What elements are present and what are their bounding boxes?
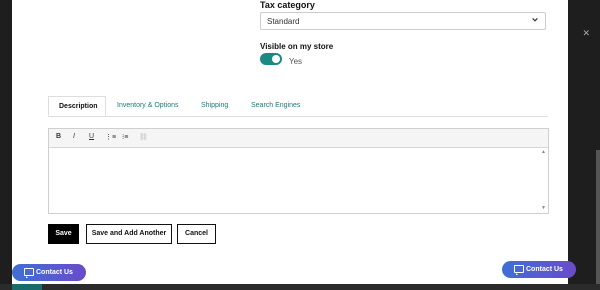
italic-button[interactable]: I [73,133,75,140]
tab-search-engines[interactable]: Search Engines [251,96,300,116]
editor-toolbar: B I U ⋮≡ ⁝≡ ⛓ [49,129,548,148]
numbered-list-icon[interactable]: ⋮≡ [105,133,116,141]
contact-us-button-left[interactable]: Contact Us [12,264,86,281]
chat-icon [514,265,524,275]
close-hint-icon: ✕ [582,28,590,38]
link-icon[interactable]: ⛓ [139,133,148,141]
bottom-accent [12,284,42,290]
chat-icon [24,268,34,278]
tab-shipping[interactable]: Shipping [201,96,228,116]
cancel-button[interactable]: Cancel [177,224,216,244]
save-button[interactable]: Save [48,224,79,244]
bold-button[interactable]: B [56,133,61,140]
visible-on-store-toggle[interactable] [260,53,282,65]
tax-category-select[interactable]: Standard [260,12,546,30]
page-scrollbar[interactable] [596,150,600,290]
tab-description[interactable]: Description [48,96,106,116]
description-editor[interactable]: B I U ⋮≡ ⁝≡ ⛓ ▲ ▼ [48,128,549,214]
tax-category-label: Tax category [260,0,315,10]
editor-scroll-down-icon[interactable]: ▼ [541,205,546,211]
bottom-bar [0,284,600,290]
visible-on-store-value: Yes [289,57,303,66]
left-backdrop [0,0,12,290]
editor-scroll-up-icon[interactable]: ▲ [541,149,546,155]
chevron-down-icon [532,17,538,22]
bullet-list-icon[interactable]: ⁝≡ [122,133,128,141]
contact-us-label: Contact Us [526,266,563,273]
visible-on-store-label: Visible on my store [260,42,334,51]
toggle-knob [272,55,280,63]
contact-us-button-right[interactable]: Contact Us [502,261,576,278]
product-tabs: Description Inventory & Options Shipping… [48,96,548,117]
save-and-add-another-button[interactable]: Save and Add Another [86,224,172,244]
tab-inventory-options[interactable]: Inventory & Options [117,96,178,116]
contact-us-label: Contact Us [36,269,73,276]
underline-button[interactable]: U [89,133,94,140]
tax-category-value: Standard [267,17,300,26]
